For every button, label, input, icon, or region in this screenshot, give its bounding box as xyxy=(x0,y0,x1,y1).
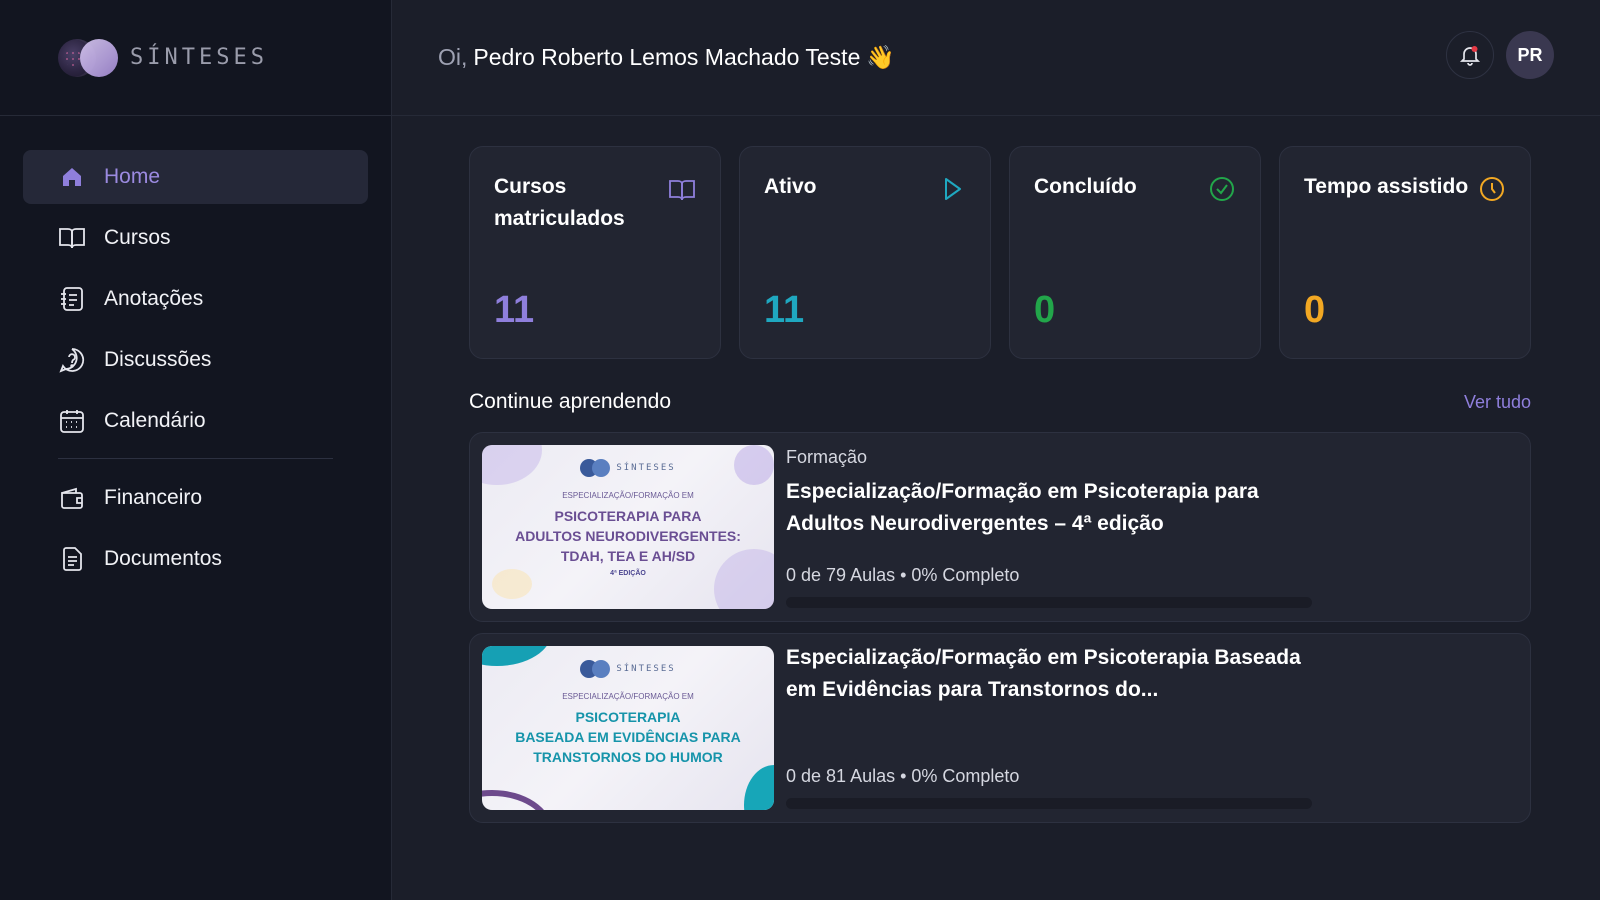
bell-icon xyxy=(1459,46,1481,66)
see-all-link[interactable]: Ver tudo xyxy=(1464,392,1531,413)
avatar[interactable]: PR xyxy=(1506,31,1554,79)
sidebar-item-financeiro[interactable]: Financeiro xyxy=(23,471,368,525)
sidebar-item-label: Documentos xyxy=(104,547,222,570)
continue-learning-header: Continue aprendendo Ver tudo xyxy=(469,390,1531,414)
stats-row: Cursos matriculados 11 Ativo 11 Concluíd… xyxy=(469,146,1531,359)
course-card[interactable]: SÍNTESES ESPECIALIZAÇÃO/FORMAÇÃO EM PSIC… xyxy=(469,432,1531,622)
notifications-button[interactable] xyxy=(1446,31,1494,79)
thumb-edition: 4ª EDIÇÃO xyxy=(610,570,646,577)
sidebar-item-label: Discussões xyxy=(104,348,212,371)
stat-value: 0 xyxy=(1304,289,1326,331)
clock-icon xyxy=(1480,177,1504,201)
brand-name: SÍNTESES xyxy=(130,45,268,70)
course-type: Formação xyxy=(786,447,868,467)
stat-title: Tempo assistido xyxy=(1304,175,1469,198)
sidebar-item-anotacoes[interactable]: Anotações xyxy=(23,272,368,326)
stat-card-enrolled: Cursos matriculados 11 xyxy=(469,146,721,359)
stat-card-completed: Concluído 0 xyxy=(1009,146,1261,359)
brand-logo[interactable]: SÍNTESES xyxy=(0,0,391,116)
course-progress-bar xyxy=(786,597,1312,608)
sidebar-item-documentos[interactable]: Documentos xyxy=(23,532,368,586)
stat-title: Ativo xyxy=(764,175,817,198)
course-card[interactable]: SÍNTESES ESPECIALIZAÇÃO/FORMAÇÃO EM PSIC… xyxy=(469,633,1531,823)
stat-title: Cursos matriculados xyxy=(494,175,625,230)
course-thumbnail: SÍNTESES ESPECIALIZAÇÃO/FORMAÇÃO EM PSIC… xyxy=(482,646,774,810)
stat-title: Concluído xyxy=(1034,175,1137,198)
sidebar-item-label: Home xyxy=(104,165,161,188)
home-icon xyxy=(58,163,86,191)
course-progress-bar xyxy=(786,798,1312,809)
stat-value: 0 xyxy=(1034,289,1056,331)
sidebar-item-label: Calendário xyxy=(104,409,206,432)
greeting: Oi, Pedro Roberto Lemos Machado Teste 👋 xyxy=(438,44,895,71)
sidebar: SÍNTESES Home Cursos Anotações Discussõe… xyxy=(0,0,392,900)
wallet-icon xyxy=(58,484,86,512)
sidebar-item-label: Financeiro xyxy=(104,486,203,509)
sidebar-item-home[interactable]: Home xyxy=(23,150,368,204)
stat-value: 11 xyxy=(764,289,805,331)
course-progress-text: 0 de 79 Aulas • 0% Completo xyxy=(786,565,1020,585)
section-title: Continue aprendendo xyxy=(469,390,672,413)
thumb-title: PSICOTERAPIA BASEADA EM EVIDÊNCIAS PARA … xyxy=(515,709,741,765)
question-bubble-icon xyxy=(58,346,86,374)
top-header: Oi, Pedro Roberto Lemos Machado Teste 👋 PR xyxy=(392,0,1600,116)
greeting-prefix: Oi, xyxy=(438,44,468,70)
course-title[interactable]: Especialização/Formação em Psicoterapia … xyxy=(786,476,1326,540)
user-name: Pedro Roberto Lemos Machado Teste xyxy=(473,44,861,70)
document-icon xyxy=(58,545,86,573)
thumb-title: PSICOTERAPIA PARA ADULTOS NEURODIVERGENT… xyxy=(515,508,741,564)
notes-icon xyxy=(58,285,86,313)
play-icon xyxy=(945,178,961,200)
sidebar-item-cursos[interactable]: Cursos xyxy=(23,211,368,265)
thumb-logo: SÍNTESES xyxy=(482,660,774,678)
wave-emoji: 👋 xyxy=(866,44,895,70)
sidebar-item-label: Anotações xyxy=(104,287,204,310)
book-icon xyxy=(58,224,86,252)
thumb-pre: ESPECIALIZAÇÃO/FORMAÇÃO EM xyxy=(562,692,694,701)
course-thumbnail: SÍNTESES ESPECIALIZAÇÃO/FORMAÇÃO EM PSIC… xyxy=(482,445,774,609)
course-progress-text: 0 de 81 Aulas • 0% Completo xyxy=(786,766,1020,786)
logo-mark-icon xyxy=(58,38,120,78)
course-title[interactable]: Especialização/Formação em Psicoterapia … xyxy=(786,642,1326,706)
sidebar-item-calendario[interactable]: Calendário xyxy=(23,394,368,448)
stat-value: 11 xyxy=(494,289,535,331)
sidebar-nav: Home Cursos Anotações Discussões Calendá… xyxy=(0,116,391,586)
thumb-pre: ESPECIALIZAÇÃO/FORMAÇÃO EM xyxy=(562,491,694,500)
sidebar-item-discussoes[interactable]: Discussões xyxy=(23,333,368,387)
check-circle-icon xyxy=(1210,177,1234,201)
nav-divider xyxy=(58,458,333,459)
stat-card-active: Ativo 11 xyxy=(739,146,991,359)
sidebar-item-label: Cursos xyxy=(104,226,171,249)
thumb-logo: SÍNTESES xyxy=(482,459,774,477)
open-book-icon xyxy=(669,180,695,201)
calendar-icon xyxy=(58,407,86,435)
stat-card-time-watched: Tempo assistido 0 xyxy=(1279,146,1531,359)
